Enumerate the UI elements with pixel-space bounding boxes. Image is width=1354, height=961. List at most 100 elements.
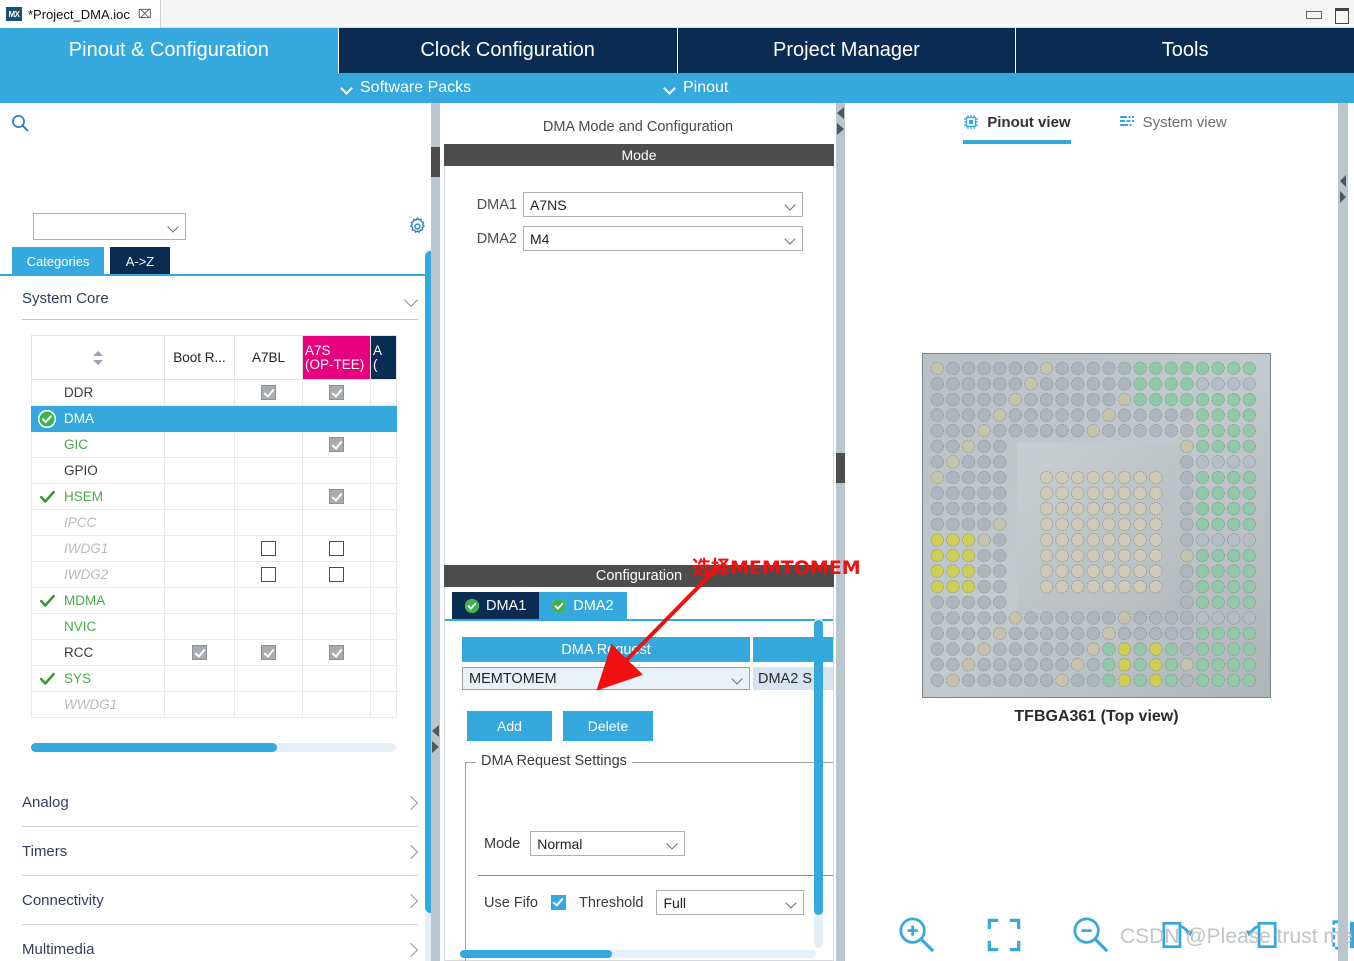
table-row[interactable]: DDR — [31, 379, 397, 406]
chip-package-view[interactable]: TFBGA361 (Top view) — [922, 353, 1271, 725]
category-analog[interactable]: Analog — [22, 778, 418, 827]
peripheral-name-cell[interactable]: GIC — [31, 431, 165, 458]
peripheral-name-cell[interactable]: DMA — [31, 405, 165, 432]
tab-tools[interactable]: Tools — [1016, 28, 1354, 73]
table-row[interactable]: IPCC — [31, 509, 397, 536]
table-hscrollbar-thumb[interactable] — [31, 743, 277, 752]
mode-cell-2[interactable] — [302, 535, 371, 562]
peripheral-name-cell[interactable]: SYS — [31, 665, 165, 692]
mode-cell-0[interactable] — [164, 483, 235, 510]
mode-cell-2[interactable] — [302, 483, 371, 510]
mode-cell-3[interactable] — [370, 691, 397, 718]
collapse-left-icon[interactable] — [431, 723, 440, 739]
mode-cell-2[interactable] — [302, 587, 371, 614]
peripheral-name-cell[interactable]: WWDG1 — [31, 691, 165, 718]
mode-cell-3[interactable] — [370, 509, 397, 536]
fit-to-screen-icon[interactable] — [982, 913, 1026, 957]
settings-mode-select[interactable]: Normal — [530, 831, 686, 856]
peripheral-name-cell[interactable]: DDR — [31, 379, 165, 406]
mode-cell-0[interactable] — [164, 639, 235, 666]
use-fifo-checkbox[interactable] — [551, 895, 566, 910]
mode-cell-1[interactable] — [234, 535, 303, 562]
mode-cell-1[interactable] — [234, 431, 303, 458]
right-splitter[interactable] — [836, 103, 845, 961]
right-panel-splitter[interactable] — [1338, 103, 1348, 961]
expand-left-icon[interactable] — [431, 739, 440, 755]
mode-cell-1[interactable] — [234, 457, 303, 484]
mode-cell-2[interactable] — [302, 561, 371, 588]
tab-system-view[interactable]: System view — [1119, 108, 1227, 142]
configuration-scrollbar-thumb[interactable] — [814, 620, 823, 915]
menu-software-packs[interactable]: Software Packs — [342, 79, 471, 97]
table-row[interactable]: GPIO — [31, 457, 397, 484]
mode-cell-2[interactable] — [302, 457, 371, 484]
column-header-a7bl[interactable]: A7BL — [234, 335, 303, 380]
mode-cell-1[interactable] — [234, 665, 303, 692]
left-splitter[interactable] — [431, 103, 440, 961]
dma-request-select[interactable]: MEMTOMEM — [462, 667, 750, 690]
category-connectivity[interactable]: Connectivity — [22, 876, 418, 925]
tab-dma1[interactable]: DMA1 — [452, 592, 540, 619]
mode-checkbox-checked[interactable] — [329, 645, 344, 660]
table-row[interactable]: GIC — [31, 431, 397, 458]
tab-a-to-z[interactable]: A->Z — [110, 247, 170, 276]
mode-checkbox-unchecked[interactable] — [261, 541, 276, 556]
zoom-in-icon[interactable] — [895, 913, 939, 957]
mode-cell-3[interactable] — [370, 561, 397, 588]
mode-cell-0[interactable] — [164, 535, 235, 562]
mode-cell-1[interactable] — [234, 613, 303, 640]
mode-cell-0[interactable] — [164, 587, 235, 614]
tab-pinout-configuration[interactable]: Pinout & Configuration — [0, 28, 339, 73]
group-system-core[interactable]: System Core — [22, 278, 418, 320]
mode-cell-3[interactable] — [370, 379, 397, 406]
mode-cell-0[interactable] — [164, 405, 235, 432]
collapse-pinout-icon[interactable] — [1338, 173, 1348, 189]
gear-icon[interactable] — [407, 216, 428, 237]
column-header-sort[interactable] — [31, 335, 165, 380]
mode-cell-3[interactable] — [370, 665, 397, 692]
mode-cell-2[interactable] — [302, 405, 371, 432]
mode-cell-2[interactable] — [302, 639, 371, 666]
tab-dma2[interactable]: DMA2 — [539, 592, 627, 619]
document-tab[interactable]: MX *Project_DMA.ioc ⌧ — [0, 0, 161, 28]
mode-checkbox-checked[interactable] — [329, 437, 344, 452]
mode-select-dma1[interactable]: A7NS — [523, 192, 803, 217]
table-row[interactable]: IWDG2 — [31, 561, 397, 588]
mode-cell-1[interactable] — [234, 379, 303, 406]
mode-checkbox-checked[interactable] — [329, 489, 344, 504]
peripheral-name-cell[interactable]: NVIC — [31, 613, 165, 640]
mode-cell-3[interactable] — [370, 431, 397, 458]
peripheral-name-cell[interactable]: MDMA — [31, 587, 165, 614]
mode-cell-3[interactable] — [370, 613, 397, 640]
table-row[interactable]: WWDG1 — [31, 691, 397, 718]
mode-cell-1[interactable] — [234, 587, 303, 614]
table-row[interactable]: HSEM — [31, 483, 397, 510]
rotate-right-icon[interactable] — [1155, 913, 1199, 957]
peripheral-name-cell[interactable]: IWDG1 — [31, 535, 165, 562]
table-hscrollbar-track[interactable] — [31, 743, 396, 752]
mode-cell-3[interactable] — [370, 405, 397, 432]
mode-cell-2[interactable] — [302, 613, 371, 640]
tab-pinout-view[interactable]: Pinout view — [963, 108, 1071, 144]
table-row[interactable]: NVIC — [31, 613, 397, 640]
mode-cell-2[interactable] — [302, 431, 371, 458]
mode-cell-2[interactable] — [302, 509, 371, 536]
mode-cell-0[interactable] — [164, 431, 235, 458]
mode-cell-0[interactable] — [164, 509, 235, 536]
mode-cell-0[interactable] — [164, 561, 235, 588]
search-input[interactable] — [33, 213, 186, 240]
mode-checkbox-unchecked[interactable] — [261, 567, 276, 582]
tab-categories[interactable]: Categories — [12, 247, 104, 276]
table-row[interactable]: RCC — [31, 639, 397, 666]
mode-checkbox-checked[interactable] — [192, 645, 207, 660]
rotate-left-icon[interactable] — [1240, 913, 1284, 957]
menu-pinout[interactable]: Pinout — [665, 79, 728, 97]
peripheral-name-cell[interactable]: GPIO — [31, 457, 165, 484]
collapse-right-icon[interactable] — [836, 105, 845, 121]
configuration-hscrollbar-thumb[interactable] — [460, 950, 612, 958]
mode-cell-1[interactable] — [234, 509, 303, 536]
column-header-a7s-optee[interactable]: A7S (OP-TEE) — [302, 335, 371, 380]
mode-cell-1[interactable] — [234, 561, 303, 588]
add-button[interactable]: Add — [467, 711, 552, 741]
mode-cell-2[interactable] — [302, 665, 371, 692]
